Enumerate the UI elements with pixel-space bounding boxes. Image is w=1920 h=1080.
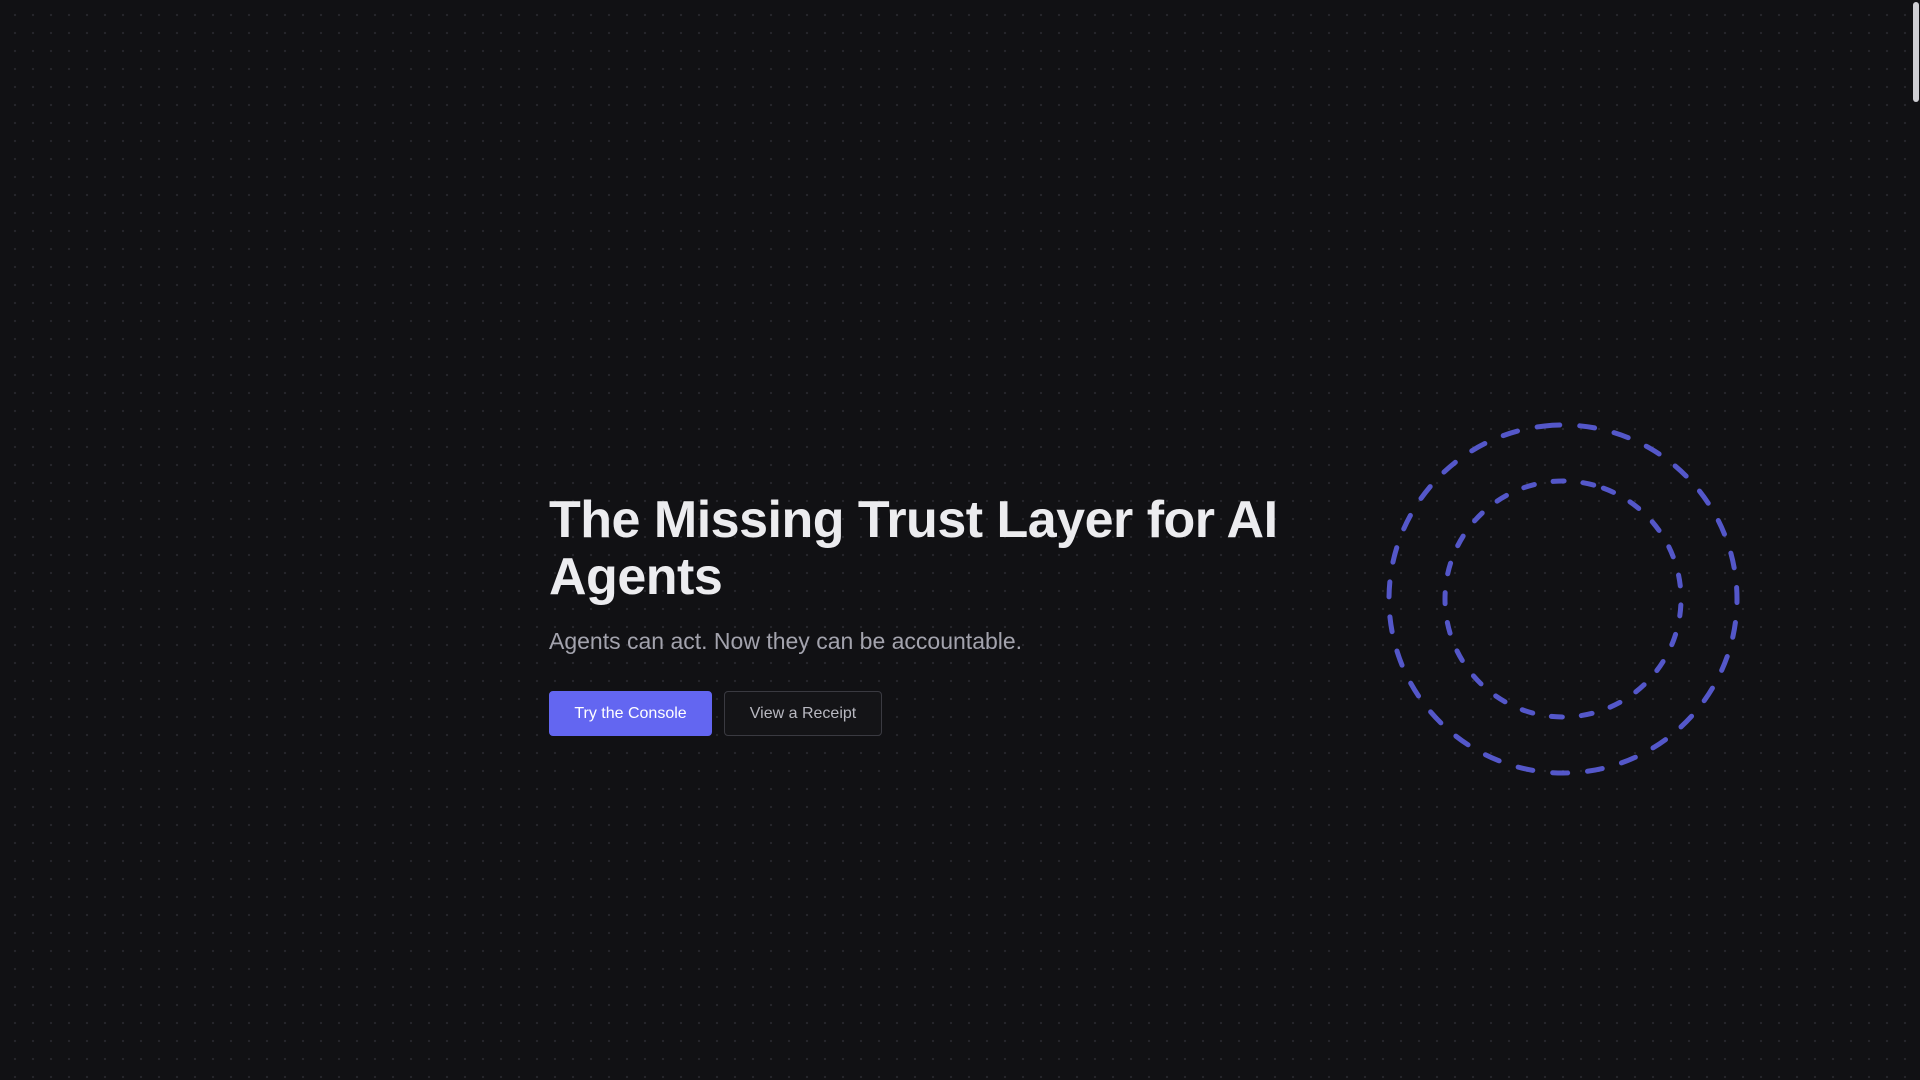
try-console-button[interactable]: Try the Console [549,691,712,736]
hero-section: The Missing Trust Layer for AI Agents Ag… [549,492,1369,736]
hero-subtitle: Agents can act. Now they can be accounta… [549,628,1023,654]
cta-row: Try the Console View a Receipt [549,691,1369,736]
dashed-concentric-rings-icon [1386,422,1740,776]
inner-ring [1442,478,1684,720]
landing-page: The Missing Trust Layer for AI Agents Ag… [0,0,1920,1080]
view-receipt-button[interactable]: View a Receipt [724,691,882,736]
scrollbar-thumb[interactable] [1913,2,1919,102]
hero-title: The Missing Trust Layer for AI Agents [549,491,1278,606]
scrollbar[interactable] [1910,0,1920,1080]
outer-ring [1386,422,1740,776]
